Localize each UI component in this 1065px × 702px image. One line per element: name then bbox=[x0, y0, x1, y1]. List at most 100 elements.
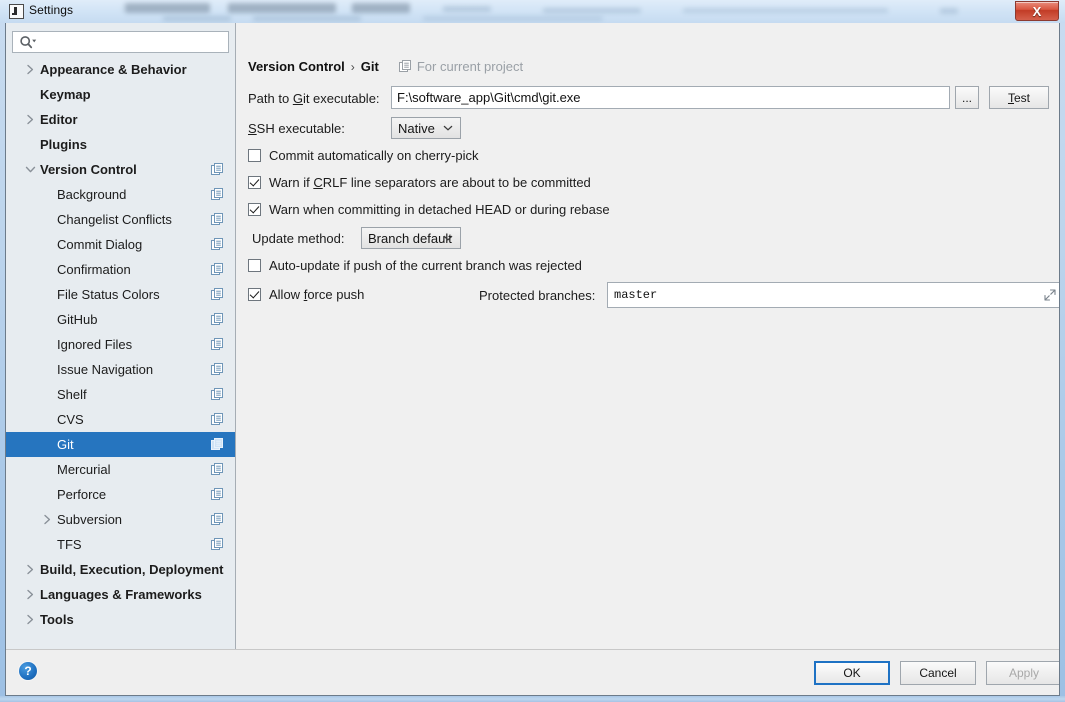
settings-tree: Appearance & Behavior Keymap Editor Plugins… bbox=[6, 57, 235, 651]
titlebar-ghost-text bbox=[253, 16, 361, 21]
cancel-button[interactable]: Cancel bbox=[900, 661, 976, 685]
sidebar-item-issue-navigation[interactable]: Issue Navigation bbox=[6, 357, 235, 382]
title-bar[interactable]: Settings X bbox=[0, 0, 1065, 23]
help-button[interactable]: ? bbox=[19, 662, 37, 680]
chevron-right-icon[interactable] bbox=[41, 514, 53, 526]
sidebar-item-tools[interactable]: Tools bbox=[6, 607, 235, 632]
chevron-right-icon[interactable] bbox=[24, 64, 36, 76]
sidebar-item-label: Shelf bbox=[57, 387, 87, 402]
sidebar-item-label: Plugins bbox=[40, 137, 87, 152]
sidebar-item-label: GitHub bbox=[57, 312, 98, 327]
sidebar-item-file-status-colors[interactable]: File Status Colors bbox=[6, 282, 235, 307]
sidebar-item-label: TFS bbox=[57, 537, 82, 552]
sidebar-item-label: CVS bbox=[57, 412, 84, 427]
project-scope-note: For current project bbox=[398, 59, 524, 74]
sidebar-item-label: File Status Colors bbox=[57, 287, 160, 302]
project-scope-icon bbox=[211, 338, 224, 351]
chevron-down-icon bbox=[443, 235, 453, 242]
ssh-executable-combobox[interactable]: Native bbox=[391, 117, 461, 139]
dialog-content: Appearance & Behavior Keymap Editor Plugins… bbox=[6, 23, 1059, 651]
project-scope-icon bbox=[211, 463, 224, 476]
sidebar-item-mercurial[interactable]: Mercurial bbox=[6, 457, 235, 482]
sidebar-item-plugins[interactable]: Plugins bbox=[6, 132, 235, 157]
project-scope-icon bbox=[398, 60, 412, 73]
git-executable-path-input[interactable] bbox=[391, 86, 950, 109]
close-button[interactable]: X bbox=[1015, 1, 1059, 21]
chevron-right-icon[interactable] bbox=[24, 114, 36, 126]
sidebar-item-changelist-conflicts[interactable]: Changelist Conflicts bbox=[6, 207, 235, 232]
sidebar-item-label: Version Control bbox=[40, 162, 137, 177]
window-title: Settings bbox=[29, 3, 74, 17]
checkbox-row-warn-if-crlf-line-separators[interactable]: Warn if CRLF line separators are about t… bbox=[248, 175, 591, 190]
search-input[interactable] bbox=[39, 34, 221, 51]
sidebar-item-shelf[interactable]: Shelf bbox=[6, 382, 235, 407]
chevron-right-icon[interactable] bbox=[24, 589, 36, 601]
sidebar-item-github[interactable]: GitHub bbox=[6, 307, 235, 332]
titlebar-ghost-text bbox=[683, 8, 888, 13]
checkbox-auto-update-if-push-rejected[interactable] bbox=[248, 259, 261, 272]
project-scope-label: For current project bbox=[416, 59, 524, 74]
ok-button[interactable]: OK bbox=[814, 661, 890, 685]
chevron-right-icon[interactable] bbox=[24, 614, 36, 626]
chevron-right-icon[interactable] bbox=[24, 564, 36, 576]
sidebar-item-tfs[interactable]: TFS bbox=[6, 532, 235, 557]
checkbox-warn-when-committing-detached-head[interactable] bbox=[248, 203, 261, 216]
checkbox-label: Allow force push bbox=[269, 287, 365, 302]
sidebar-item-perforce[interactable]: Perforce bbox=[6, 482, 235, 507]
checkbox-allow-force-push[interactable] bbox=[248, 288, 261, 301]
checkbox-row-warn-when-committing-detached-head[interactable]: Warn when committing in detached HEAD or… bbox=[248, 202, 610, 217]
sidebar-item-background[interactable]: Background bbox=[6, 182, 235, 207]
intellij-idea-icon bbox=[9, 4, 24, 19]
apply-button: Apply bbox=[986, 661, 1059, 685]
sidebar-item-confirmation[interactable]: Confirmation bbox=[6, 257, 235, 282]
expand-icon[interactable] bbox=[1044, 289, 1056, 301]
sidebar-item-keymap[interactable]: Keymap bbox=[6, 82, 235, 107]
sidebar-item-languages-frameworks[interactable]: Languages & Frameworks bbox=[6, 582, 235, 607]
sidebar-item-build-execution-deployment[interactable]: Build, Execution, Deployment bbox=[6, 557, 235, 582]
breadcrumb-parent[interactable]: Version Control bbox=[248, 59, 345, 74]
breadcrumb-current: Git bbox=[360, 59, 379, 74]
protected-branches-field[interactable]: master bbox=[607, 282, 1059, 308]
titlebar-ghost-text bbox=[443, 6, 491, 12]
project-scope-icon bbox=[211, 488, 224, 501]
sidebar-item-label: Changelist Conflicts bbox=[57, 212, 172, 227]
project-scope-icon bbox=[211, 263, 224, 276]
project-scope-icon bbox=[211, 413, 224, 426]
checkbox-warn-if-crlf-line-separators[interactable] bbox=[248, 176, 261, 189]
browse-button[interactable]: ... bbox=[955, 86, 979, 109]
sidebar-item-label: Tools bbox=[40, 612, 74, 627]
update-method-label: Update method: bbox=[252, 231, 345, 246]
titlebar-ghost-text bbox=[423, 16, 603, 21]
search-box[interactable] bbox=[12, 31, 229, 53]
checkbox-row-commit-automatically-on-cherry-pick[interactable]: Commit automatically on cherry-pick bbox=[248, 148, 479, 163]
settings-dialog: Appearance & Behavior Keymap Editor Plugins… bbox=[5, 23, 1060, 696]
titlebar-ghost-text bbox=[163, 16, 231, 21]
sidebar-item-git[interactable]: Git bbox=[6, 432, 235, 457]
protected-branches-value: master bbox=[614, 288, 658, 302]
checkbox-commit-automatically-on-cherry-pick[interactable] bbox=[248, 149, 261, 162]
titlebar-ghost-text bbox=[228, 3, 336, 13]
titlebar-ghost-text bbox=[543, 8, 641, 13]
chevron-down-icon[interactable] bbox=[24, 164, 36, 176]
checkbox-row-allow-force-push[interactable]: Allow force push bbox=[248, 287, 364, 302]
checkbox-row-auto-update-if-push-rejected[interactable]: Auto-update if push of the current branc… bbox=[248, 258, 582, 273]
checkbox-label: Warn when committing in detached HEAD or… bbox=[269, 202, 610, 217]
sidebar-item-version-control[interactable]: Version Control bbox=[6, 157, 235, 182]
sidebar-item-cvs[interactable]: CVS bbox=[6, 407, 235, 432]
titlebar-ghost-text bbox=[352, 3, 410, 13]
update-method-combobox[interactable]: Branch default bbox=[361, 227, 461, 249]
sidebar-item-commit-dialog[interactable]: Commit Dialog bbox=[6, 232, 235, 257]
project-scope-icon bbox=[211, 513, 224, 526]
sidebar-item-label: Subversion bbox=[57, 512, 123, 527]
sidebar-item-appearance-behavior[interactable]: Appearance & Behavior bbox=[6, 57, 235, 82]
sidebar-item-label: Background bbox=[57, 187, 127, 202]
dialog-footer: ? OK Cancel Apply bbox=[6, 649, 1059, 695]
sidebar-item-ignored-files[interactable]: Ignored Files bbox=[6, 332, 235, 357]
chevron-down-icon bbox=[443, 125, 453, 132]
settings-window-root: Settings X Appearance & Behavior Keymap … bbox=[0, 0, 1065, 702]
sidebar-item-editor[interactable]: Editor bbox=[6, 107, 235, 132]
test-button[interactable]: Test bbox=[989, 86, 1049, 109]
checkbox-label: Warn if CRLF line separators are about t… bbox=[269, 175, 591, 190]
breadcrumb-separator-icon: › bbox=[350, 59, 355, 74]
sidebar-item-subversion[interactable]: Subversion bbox=[6, 507, 235, 532]
